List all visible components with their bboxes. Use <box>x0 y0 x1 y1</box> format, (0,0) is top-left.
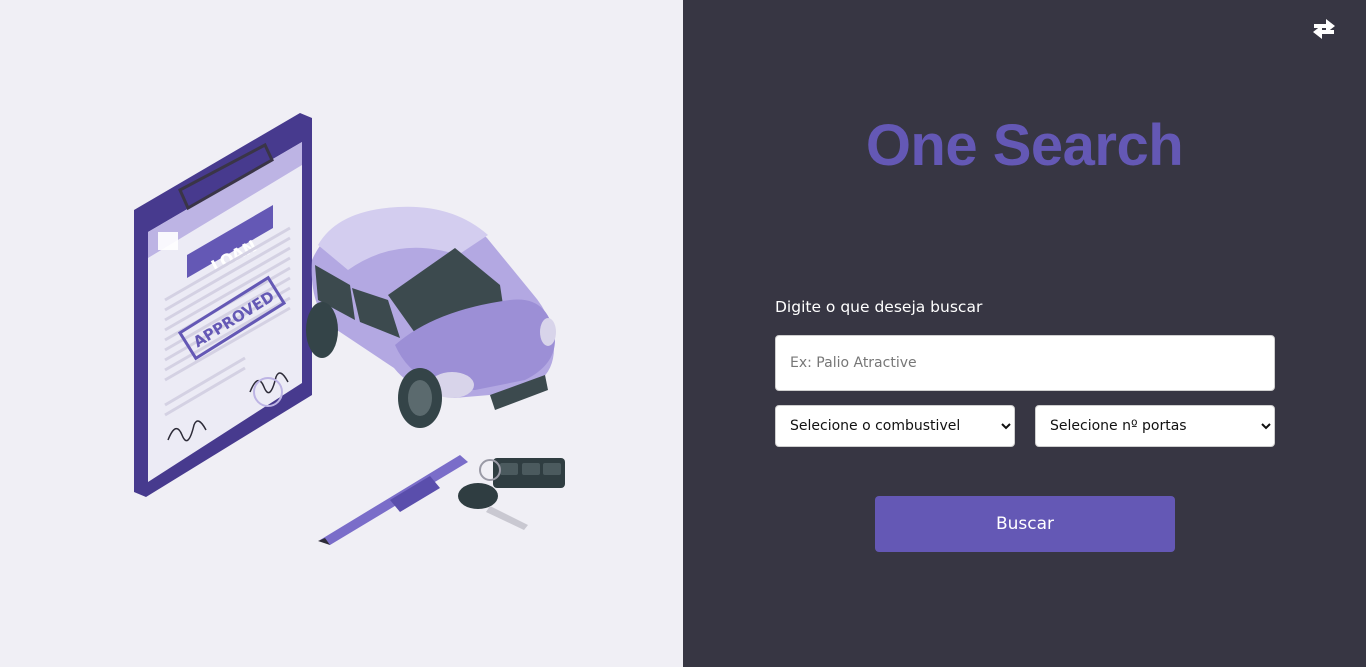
fuel-select[interactable]: Selecione o combustivel <box>775 405 1015 447</box>
app-title: One Search <box>865 113 1184 178</box>
search-input[interactable] <box>775 335 1275 391</box>
doors-select[interactable]: Selecione nº portas <box>1035 405 1275 447</box>
illustration-panel: LOAN APPROVED <box>0 0 683 667</box>
search-label: Digite o que deseja buscar <box>775 298 983 316</box>
loan-approved-illustration: LOAN APPROVED <box>134 113 565 545</box>
swap-arrows-icon[interactable] <box>1310 14 1338 42</box>
search-panel: One Search Digite o que deseja buscar Se… <box>683 0 1366 667</box>
search-button[interactable]: Buscar <box>875 496 1175 552</box>
